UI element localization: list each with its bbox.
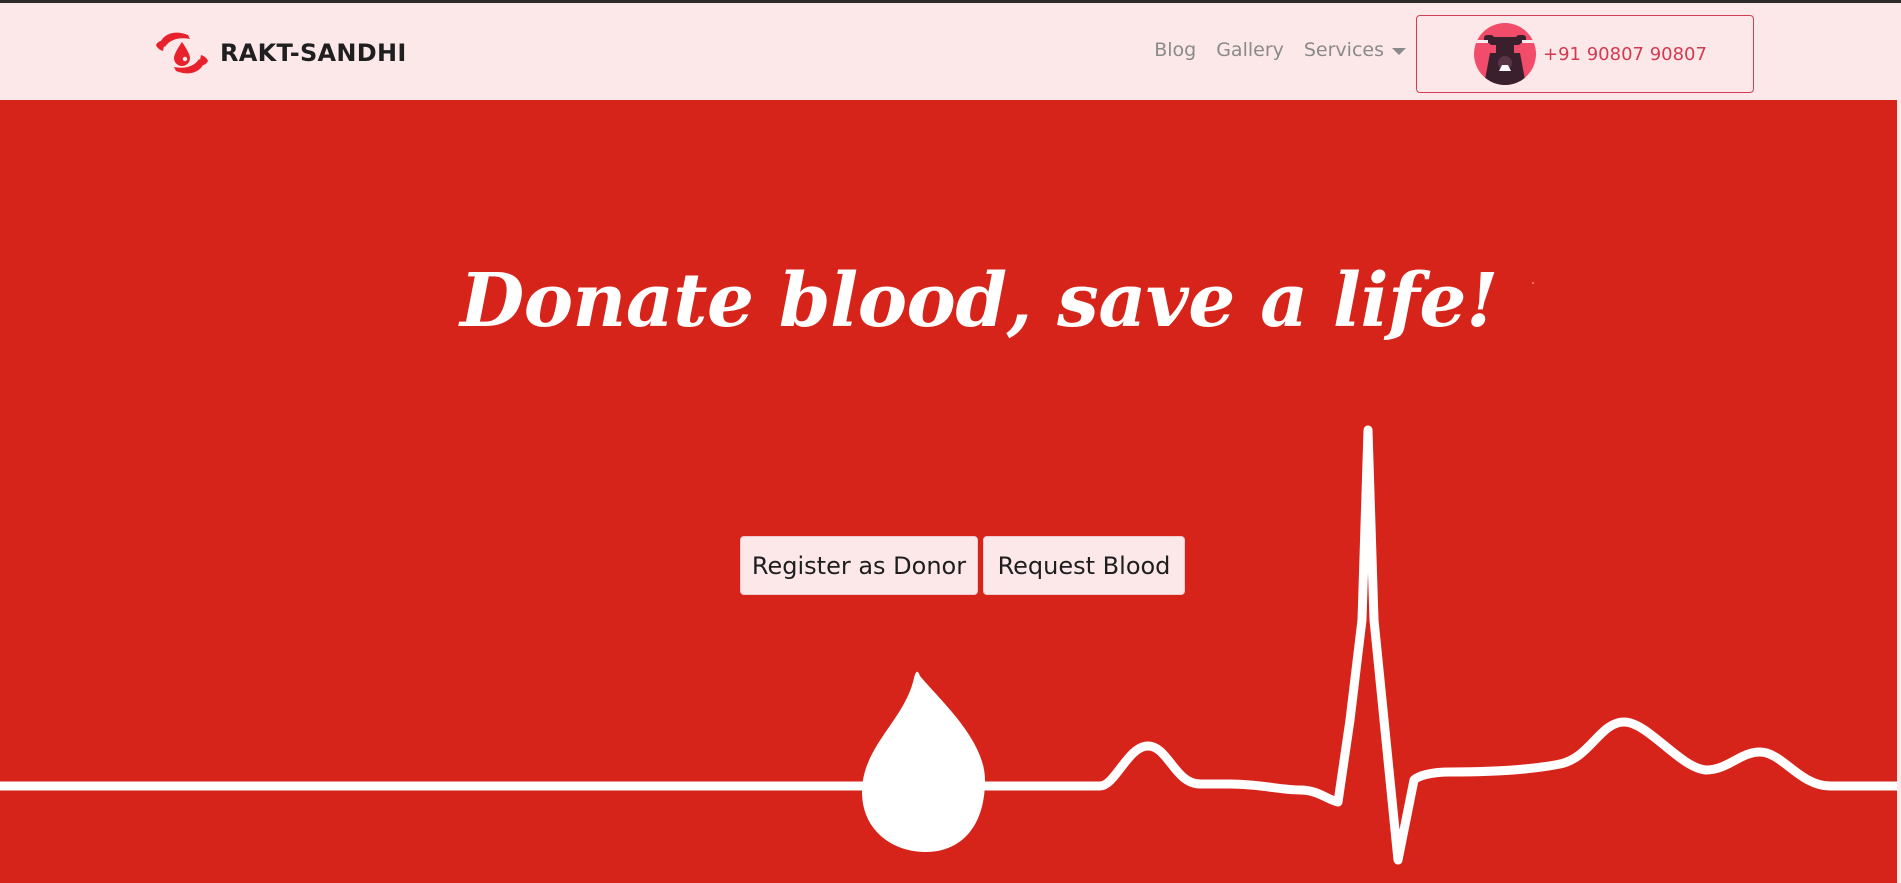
hero-actions: Register as Donor Request Blood bbox=[740, 536, 1185, 595]
hero-headline: Donate blood, save a life! bbox=[460, 258, 1498, 344]
brand[interactable]: RAKT-SANDHI bbox=[154, 25, 407, 81]
nav-blog-link[interactable]: Blog bbox=[1154, 39, 1196, 61]
nav-gallery-link[interactable]: Gallery bbox=[1216, 39, 1284, 61]
heartbeat-line-graphic bbox=[0, 281, 1901, 865]
request-blood-button[interactable]: Request Blood bbox=[983, 536, 1185, 595]
telephone-icon bbox=[1474, 23, 1536, 85]
brand-name: RAKT-SANDHI bbox=[220, 39, 407, 67]
caret-down-icon bbox=[1392, 47, 1406, 55]
phone-contact-button[interactable]: +91 90807 90807 bbox=[1416, 15, 1754, 93]
phone-number: +91 90807 90807 bbox=[1543, 43, 1707, 65]
hands-holding-blood-drop-icon bbox=[156, 32, 208, 74]
nav-links: Blog Gallery Services bbox=[1134, 39, 1406, 61]
nav-services-dropdown[interactable]: Services bbox=[1304, 39, 1406, 61]
hero-banner: Donate blood, save a life! Register as D… bbox=[0, 100, 1901, 883]
navbar: RAKT-SANDHI Blog Gallery Services +91 90… bbox=[0, 3, 1901, 100]
register-donor-button[interactable]: Register as Donor bbox=[740, 536, 978, 595]
page-edge bbox=[1897, 100, 1901, 883]
nav-services-label: Services bbox=[1303, 39, 1384, 61]
